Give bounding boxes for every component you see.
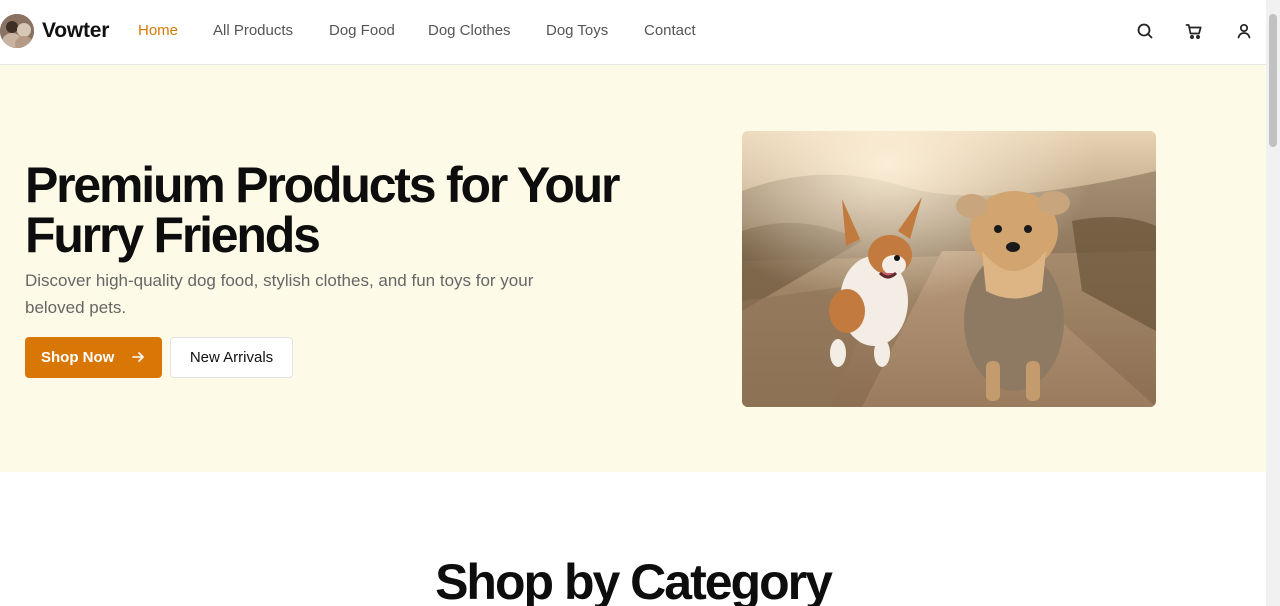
site-header: Vowter Home All Products Dog Food Dog Cl…	[0, 0, 1266, 65]
dogs-photo	[742, 131, 1156, 407]
section-title-categories: Shop by Category	[435, 554, 833, 606]
new-arrivals-button[interactable]: New Arrivals	[170, 337, 293, 378]
brand-logo[interactable]	[0, 14, 34, 48]
hero-section: Premium Products for Your Furry Friends …	[0, 65, 1266, 472]
nav-dog-food[interactable]: Dog Food	[329, 22, 395, 39]
shop-now-label: Shop Now	[41, 349, 115, 366]
brand-name[interactable]: Vowter	[42, 19, 109, 43]
search-icon[interactable]	[1135, 21, 1155, 41]
user-icon[interactable]	[1234, 21, 1254, 41]
nav-contact[interactable]: Contact	[644, 22, 696, 39]
cart-icon[interactable]	[1184, 21, 1204, 41]
hero-image	[742, 131, 1156, 407]
nav-home[interactable]: Home	[138, 22, 178, 39]
shop-now-button[interactable]: Shop Now	[25, 337, 162, 378]
nav-dog-toys[interactable]: Dog Toys	[546, 22, 608, 39]
page-scrollbar[interactable]	[1266, 0, 1280, 606]
nav-all-products[interactable]: All Products	[213, 22, 293, 39]
hero-title: Premium Products for Your Furry Friends	[25, 157, 620, 263]
nav-dog-clothes[interactable]: Dog Clothes	[428, 22, 511, 39]
arrow-right-icon	[131, 350, 145, 364]
hero-subtitle: Discover high-quality dog food, stylish …	[25, 271, 534, 317]
scrollbar-thumb[interactable]	[1269, 14, 1277, 147]
